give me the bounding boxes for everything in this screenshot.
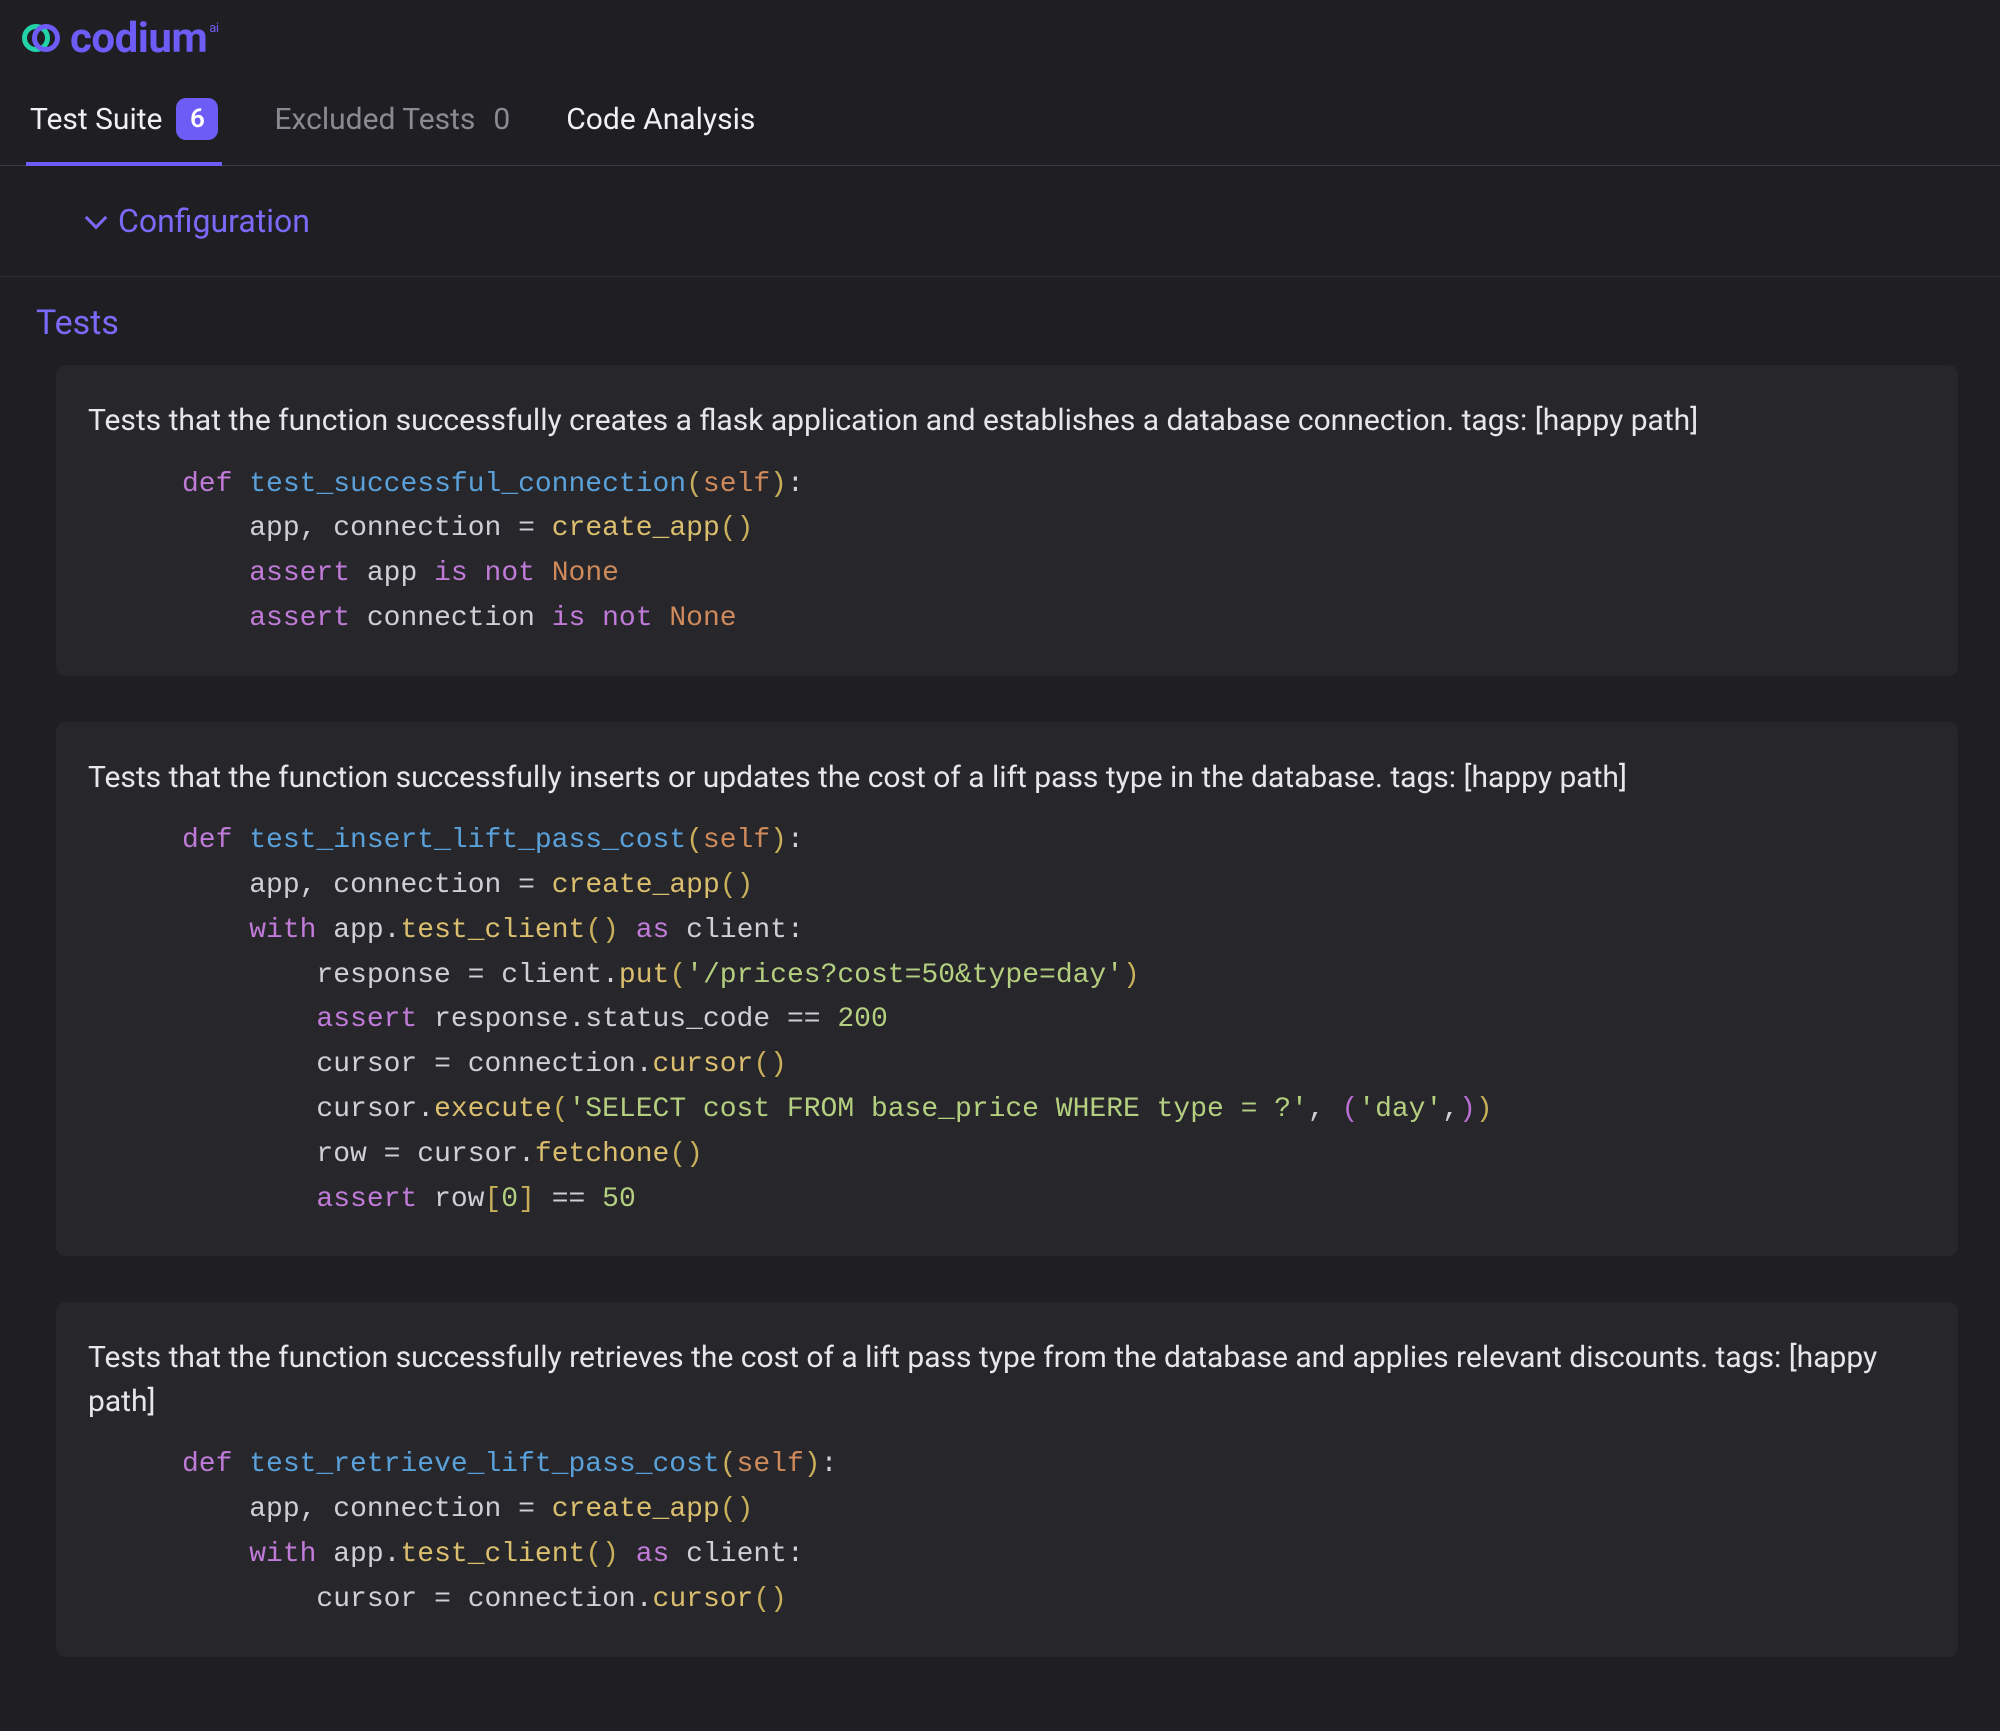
tab-code-analysis[interactable]: Code Analysis: [562, 90, 759, 163]
test-card[interactable]: Tests that the function successfully cre…: [56, 365, 1958, 676]
tab-excluded-tests[interactable]: Excluded Tests 0: [270, 90, 514, 163]
test-description: Tests that the function successfully ret…: [88, 1336, 1926, 1423]
tab-label: Code Analysis: [566, 102, 755, 137]
tab-test-suite[interactable]: Test Suite 6: [26, 86, 222, 166]
configuration-label: Configuration: [118, 202, 310, 240]
test-card[interactable]: Tests that the function successfully ins…: [56, 722, 1958, 1257]
tests-heading: Tests: [0, 277, 2000, 365]
logo-superscript: ai: [209, 21, 218, 36]
tests-list: Tests that the function successfully cre…: [0, 365, 2000, 1657]
tab-bar: Test Suite 6 Excluded Tests 0 Code Analy…: [0, 68, 2000, 166]
test-code-block: def test_retrieve_lift_pass_cost(self): …: [88, 1443, 1926, 1622]
test-code-block: def test_insert_lift_pass_cost(self): ap…: [88, 819, 1926, 1222]
test-description: Tests that the function successfully ins…: [88, 756, 1926, 800]
app-logo: codiumai: [0, 0, 2000, 68]
test-description: Tests that the function successfully cre…: [88, 399, 1926, 443]
tests-heading-label: Tests: [36, 303, 119, 343]
test-code-block: def test_successful_connection(self): ap…: [88, 463, 1926, 642]
test-card[interactable]: Tests that the function successfully ret…: [56, 1302, 1958, 1656]
logo-wordmark: codiumai: [70, 18, 217, 60]
chevron-down-icon: [85, 207, 108, 230]
test-suite-count-badge: 6: [176, 98, 218, 140]
tab-label: Excluded Tests: [274, 102, 475, 137]
configuration-toggle[interactable]: Configuration: [0, 166, 2000, 277]
tab-label: Test Suite: [30, 102, 162, 137]
logo-mark-icon: [22, 18, 62, 58]
logo-word-text: codium: [70, 14, 207, 63]
excluded-tests-count: 0: [493, 102, 510, 137]
